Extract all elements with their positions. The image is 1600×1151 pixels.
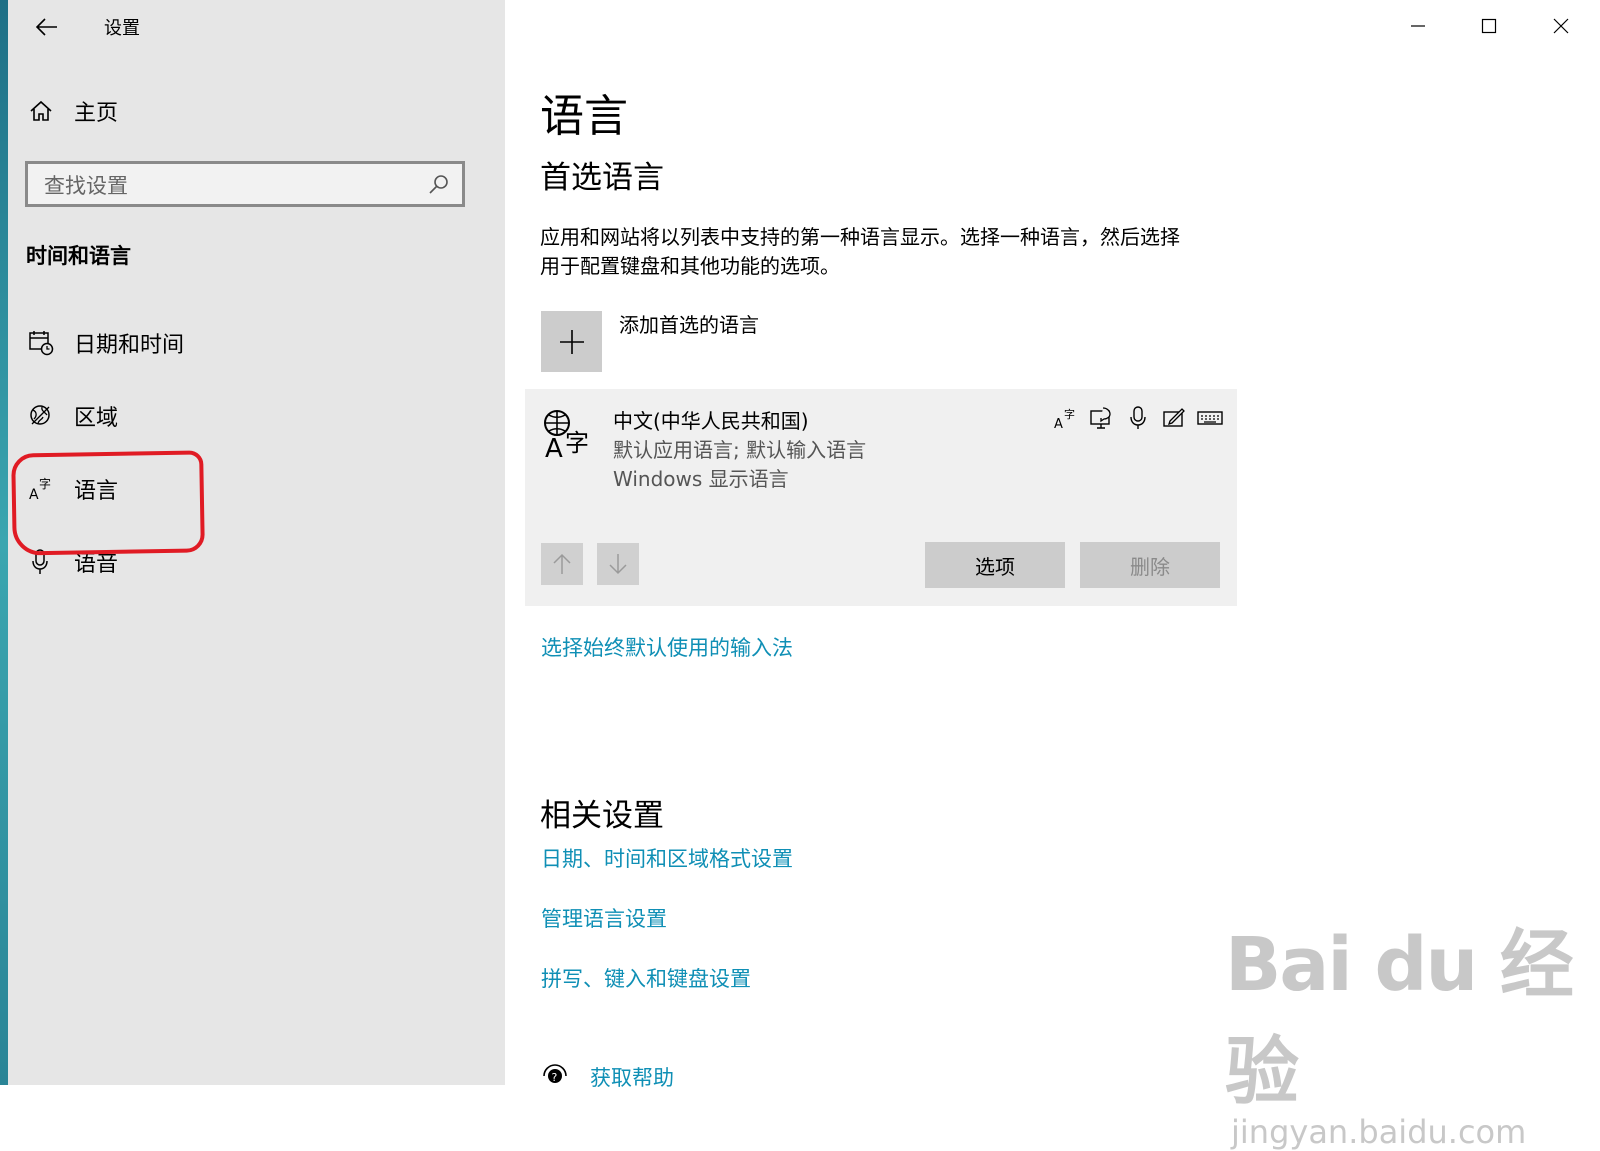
sidebar-item-date-time[interactable]: 日期和时间 [26, 323, 184, 363]
move-up-button[interactable] [541, 543, 583, 585]
maximize-icon [1481, 18, 1497, 34]
related-link-spelling-typing-keyboard[interactable]: 拼写、键入和键盘设置 [541, 963, 751, 993]
minimize-icon [1411, 25, 1425, 27]
maximize-button[interactable] [1466, 8, 1512, 44]
close-button[interactable] [1538, 8, 1584, 44]
microphone-icon [26, 547, 56, 577]
language-name: 中文(中华人民共和国) [613, 409, 809, 433]
svg-text:?: ? [552, 1071, 558, 1084]
options-button[interactable]: 选项 [925, 542, 1065, 588]
related-link-manage-language[interactable]: 管理语言设置 [541, 903, 667, 933]
sidebar-item-label: 日期和时间 [74, 333, 185, 358]
language-pack-icon: A字 [1053, 405, 1079, 431]
keyboard-icon [1197, 405, 1223, 431]
globe-icon [26, 401, 56, 431]
language-subtitle: 默认应用语言; 默认输入语言 [613, 438, 867, 462]
sidebar-item-home[interactable]: 主页 [26, 91, 118, 131]
svg-text:A: A [29, 487, 39, 502]
watermark-brand: Bai du 经验 [1225, 922, 1574, 1115]
desktop-accent-strip [0, 0, 8, 1085]
sidebar-section-title: 时间和语言 [26, 244, 131, 268]
language-icon: A字 [26, 474, 56, 504]
arrow-up-icon [553, 553, 571, 574]
description-line: 用于配置键盘和其他功能的选项。 [540, 254, 840, 278]
svg-text:字: 字 [39, 476, 51, 491]
sidebar-item-label: 语言 [74, 479, 119, 504]
help-chat-icon: ? [540, 1062, 570, 1088]
text-to-speech-icon [1089, 405, 1115, 431]
language-subtitle: Windows 显示语言 [613, 467, 789, 491]
app-title: 设置 [104, 18, 140, 39]
watermark-url: jingyan.baidu.com [1231, 1113, 1527, 1151]
language-list-item[interactable]: A字 中文(中华人民共和国) 默认应用语言; 默认输入语言 Windows 显示… [525, 389, 1237, 606]
sidebar-item-speech[interactable]: 语音 [26, 542, 118, 582]
minimize-button[interactable] [1395, 8, 1441, 44]
sidebar-item-region[interactable]: 区域 [26, 396, 118, 436]
default-input-method-link[interactable]: 选择始终默认使用的输入法 [541, 632, 793, 662]
add-language-button[interactable] [541, 311, 602, 372]
language-features: A字 [1053, 405, 1223, 431]
back-button[interactable] [30, 10, 64, 44]
plus-icon [559, 329, 584, 354]
close-icon [1553, 18, 1569, 34]
sidebar-item-label: 区域 [74, 406, 119, 431]
svg-text:A: A [545, 434, 563, 459]
description-line: 应用和网站将以列表中支持的第一种语言显示。选择一种语言，然后选择 [540, 225, 1180, 249]
preferred-languages-description: 应用和网站将以列表中支持的第一种语言显示。选择一种语言，然后选择 用于配置键盘和… [540, 223, 1240, 281]
svg-text:字: 字 [565, 429, 589, 457]
arrow-down-icon [609, 554, 627, 575]
watermark: Bai du 经验 jingyan.baidu.com [1225, 905, 1600, 1151]
svg-text:字: 字 [1064, 407, 1075, 421]
speech-icon [1125, 405, 1151, 431]
language-globe-icon: A字 [543, 409, 597, 464]
search-box[interactable] [25, 161, 465, 207]
sidebar-item-label: 语音 [74, 552, 119, 577]
add-language-label[interactable]: 添加首选的语言 [619, 309, 759, 338]
sidebar-item-language[interactable]: A字 语言 [26, 469, 118, 509]
home-icon [26, 96, 56, 126]
page-title: 语言 [540, 91, 628, 142]
remove-button[interactable]: 删除 [1080, 542, 1220, 588]
related-settings-title: 相关设置 [540, 798, 664, 834]
related-link-date-time-region[interactable]: 日期、时间和区域格式设置 [541, 843, 793, 873]
preferred-languages-title: 首选语言 [540, 160, 664, 196]
sidebar-item-label: 主页 [74, 101, 119, 126]
calendar-clock-icon [26, 328, 56, 358]
get-help-link[interactable]: 获取帮助 [590, 1062, 674, 1092]
back-arrow-icon [36, 18, 57, 36]
search-input[interactable] [42, 170, 416, 202]
svg-text:A: A [1054, 417, 1063, 430]
handwriting-icon [1161, 405, 1187, 431]
search-icon[interactable] [428, 173, 450, 199]
move-down-button[interactable] [597, 543, 639, 585]
